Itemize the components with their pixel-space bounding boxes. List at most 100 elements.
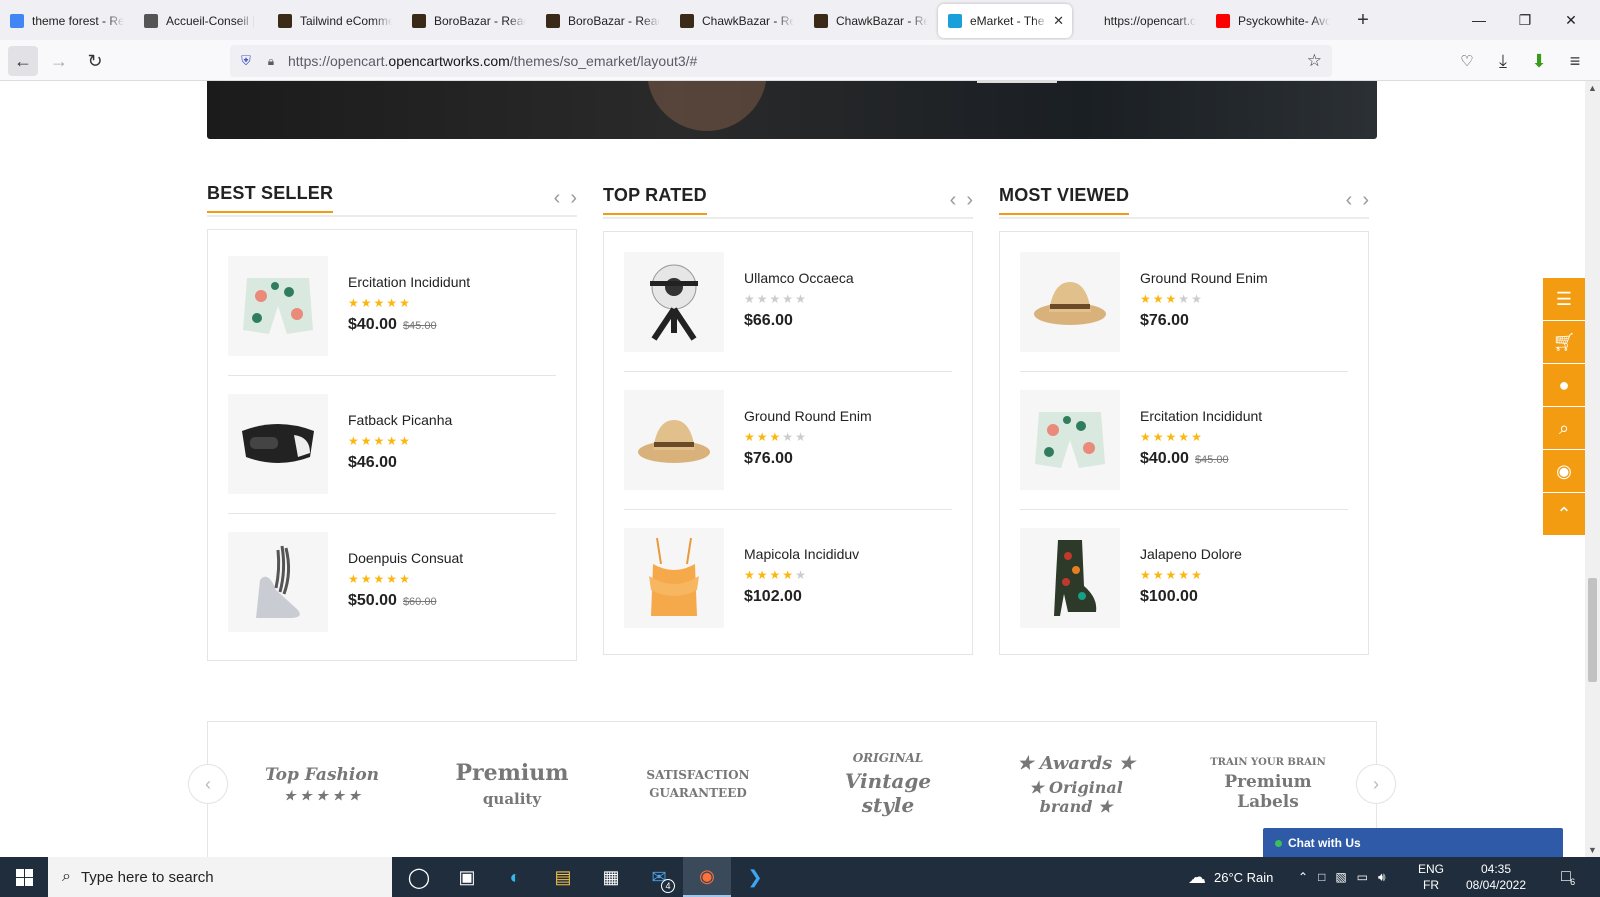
extension-icon[interactable]: ⬇: [1524, 46, 1554, 76]
product-item[interactable]: Jalapeno Dolore ★★★★★ $100.00: [1020, 508, 1348, 648]
product-name[interactable]: Ullamco Occaeca: [744, 270, 854, 286]
product-image[interactable]: [624, 528, 724, 628]
product-name[interactable]: Jalapeno Dolore: [1140, 546, 1242, 562]
product-name[interactable]: Ercitation Incididunt: [348, 274, 470, 290]
clock[interactable]: 04:35 08/04/2022: [1462, 857, 1530, 897]
task-view-icon[interactable]: ▣: [443, 857, 491, 897]
product-name[interactable]: Ercitation Incididunt: [1140, 408, 1262, 424]
brand-logo-5[interactable]: ★ Awards ★ ★ Original brand ★: [1006, 739, 1146, 829]
product-image[interactable]: [624, 390, 724, 490]
product-image[interactable]: [228, 532, 328, 632]
taskbar-search-box[interactable]: ⌕ Type here to search: [48, 857, 392, 897]
forward-button[interactable]: →: [44, 46, 74, 76]
product-item[interactable]: Ercitation Incididunt ★★★★★ $40.00 $45.00: [1020, 370, 1348, 510]
back-button[interactable]: ←: [8, 46, 38, 76]
prev-arrow-icon[interactable]: ‹: [554, 187, 561, 210]
product-image[interactable]: [1020, 252, 1120, 352]
url-text[interactable]: https://opencart.opencartworks.com/theme…: [288, 53, 697, 69]
product-image[interactable]: [1020, 528, 1120, 628]
download-icon[interactable]: ⤓: [1488, 46, 1518, 76]
product-image[interactable]: [624, 252, 724, 352]
cortana-icon[interactable]: ◯: [395, 857, 443, 897]
language-indicator[interactable]: ENG FR: [1418, 857, 1444, 897]
navigation-bar: ← → ↻ ⛨ 🔒︎ https://opencart.opencartwork…: [0, 40, 1600, 81]
tab-1[interactable]: theme forest - Re: [0, 4, 134, 38]
page-scrollbar[interactable]: ▲ ▼: [1585, 81, 1600, 857]
search-icon[interactable]: ⌕: [1543, 407, 1585, 449]
product-image[interactable]: [228, 394, 328, 494]
chevron-up-icon[interactable]: ⌃: [1298, 870, 1308, 884]
product-name[interactable]: Fatback Picanha: [348, 412, 452, 428]
tab-5[interactable]: BoroBazar - React: [536, 4, 670, 38]
bookmark-star-icon[interactable]: ☆: [1307, 51, 1322, 71]
tab-6[interactable]: ChawkBazar - Rea: [670, 4, 804, 38]
product-name[interactable]: Ground Round Enim: [744, 408, 872, 424]
firefox-icon[interactable]: ◉: [683, 857, 731, 897]
pocket-icon[interactable]: ♡: [1452, 46, 1482, 76]
tab-7[interactable]: ChawkBazar - Rea: [804, 4, 938, 38]
mail-icon[interactable]: ✉ 4: [635, 857, 683, 897]
chat-widget[interactable]: Chat with Us: [1263, 828, 1563, 858]
tab-9[interactable]: https://opencart.open: [1072, 4, 1206, 38]
prev-arrow-icon[interactable]: ‹: [1346, 189, 1353, 212]
product-item[interactable]: Doenpuis Consuat ★★★★★ $50.00 $60.00: [228, 512, 556, 652]
security-icon[interactable]: ▧: [1335, 870, 1346, 884]
volume-icon[interactable]: 🔊︎: [1378, 870, 1386, 885]
device-icon[interactable]: □: [1318, 870, 1325, 884]
next-arrow-icon[interactable]: ›: [966, 189, 973, 212]
product-item[interactable]: Ercitation Incididunt ★★★★★ $40.00 $45.00: [228, 236, 556, 376]
vscode-icon[interactable]: ❯: [731, 857, 779, 897]
product-name[interactable]: Mapicola Incididuv: [744, 546, 859, 562]
address-bar[interactable]: ⛨ 🔒︎ https://opencart.opencartworks.com/…: [230, 45, 1332, 77]
hero-banner-image[interactable]: [207, 81, 1377, 139]
lock-icon[interactable]: 🔒︎: [260, 54, 282, 69]
file-explorer-icon[interactable]: ▤: [539, 857, 587, 897]
arrow-up-icon[interactable]: ⌃: [1543, 493, 1585, 535]
product-item[interactable]: Fatback Picanha ★★★★★ $46.00: [228, 374, 556, 514]
product-item[interactable]: Mapicola Incididuv ★★★★★ $102.00: [624, 508, 952, 648]
tab-8[interactable]: eMarket - The e ✕: [938, 4, 1072, 38]
product-item[interactable]: Ground Round Enim ★★★★★ $76.00: [1020, 232, 1348, 372]
store-icon[interactable]: ▦: [587, 857, 635, 897]
scrollbar-thumb[interactable]: [1588, 578, 1597, 682]
brand-prev-button[interactable]: ‹: [188, 764, 228, 804]
brand-logo-2[interactable]: Premium quality: [442, 739, 582, 829]
product-image[interactable]: [1020, 390, 1120, 490]
tab-10[interactable]: Psyckowhite- Avo: [1206, 4, 1340, 38]
menu-icon[interactable]: ≡: [1560, 46, 1590, 76]
brand-logo-6[interactable]: TRAIN YOUR BRAIN Premium Labels: [1198, 739, 1338, 829]
brand-logo-1[interactable]: Top Fashion ★ ★ ★ ★ ★: [252, 739, 392, 829]
tab-2[interactable]: Accueil-Conseil |: [134, 4, 268, 38]
next-arrow-icon[interactable]: ›: [570, 187, 577, 210]
user-icon[interactable]: ●: [1543, 364, 1585, 406]
cart-icon[interactable]: 🛒︎: [1543, 321, 1585, 363]
menu-icon[interactable]: ☰: [1543, 278, 1585, 320]
product-image[interactable]: [228, 256, 328, 356]
shield-icon[interactable]: ⛨: [232, 53, 260, 69]
close-window-button[interactable]: ✕: [1548, 0, 1594, 40]
close-tab-icon[interactable]: ✕: [1053, 13, 1064, 29]
scroll-down-arrow[interactable]: ▼: [1585, 845, 1600, 855]
new-tab-button[interactable]: +: [1350, 9, 1376, 32]
product-name[interactable]: Ground Round Enim: [1140, 270, 1268, 286]
reload-button[interactable]: ↻: [80, 46, 110, 76]
notification-center-button[interactable]: □ 6: [1544, 857, 1588, 897]
tab-3[interactable]: Tailwind eComme: [268, 4, 402, 38]
eye-icon[interactable]: ◉: [1543, 450, 1585, 492]
next-arrow-icon[interactable]: ›: [1362, 189, 1369, 212]
prev-arrow-icon[interactable]: ‹: [950, 189, 957, 212]
brand-logo-4[interactable]: ORIGINAL Vintage style: [818, 739, 958, 829]
weather-widget[interactable]: ☁ 26°C Rain: [1188, 857, 1273, 897]
tab-4[interactable]: BoroBazar - React: [402, 4, 536, 38]
network-icon[interactable]: ▭: [1357, 870, 1368, 884]
brand-next-button[interactable]: ›: [1356, 764, 1396, 804]
minimize-button[interactable]: —: [1456, 0, 1502, 40]
product-name[interactable]: Doenpuis Consuat: [348, 550, 463, 566]
maximize-button[interactable]: ❐: [1502, 0, 1548, 40]
start-button[interactable]: [0, 857, 48, 897]
edge-icon[interactable]: ◐: [491, 857, 539, 897]
brand-logo-3[interactable]: SATISFACTION GUARANTEED: [628, 739, 768, 829]
product-item[interactable]: Ullamco Occaeca ★★★★★ $66.00: [624, 232, 952, 372]
scroll-up-arrow[interactable]: ▲: [1585, 83, 1600, 93]
product-item[interactable]: Ground Round Enim ★★★★★ $76.00: [624, 370, 952, 510]
